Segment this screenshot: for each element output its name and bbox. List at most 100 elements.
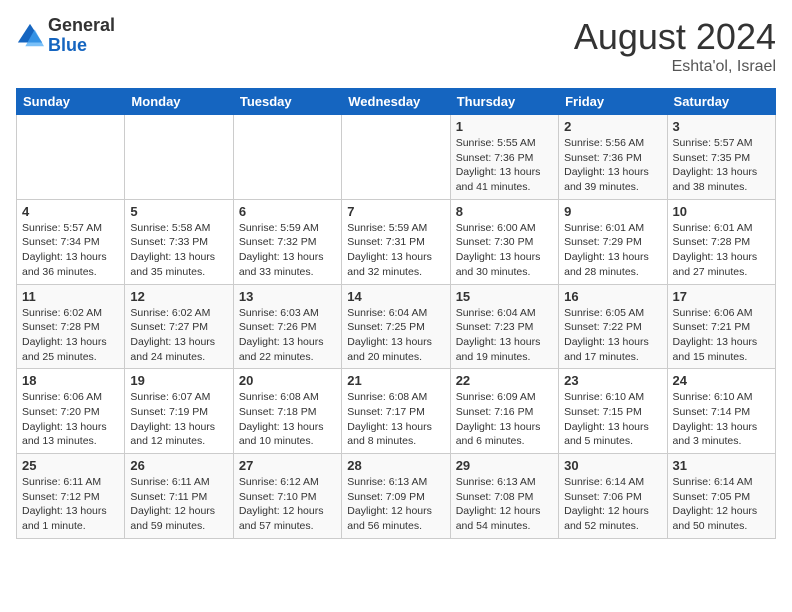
day-info: Sunrise: 6:06 AM Sunset: 7:21 PM Dayligh… (673, 306, 770, 365)
calendar-week-row: 25 Sunrise: 6:11 AM Sunset: 7:12 PM Dayli… (17, 454, 776, 539)
day-number: 17 (673, 289, 770, 304)
day-info: Sunrise: 6:08 AM Sunset: 7:17 PM Dayligh… (347, 390, 444, 449)
day-number: 21 (347, 373, 444, 388)
calendar-cell: 15 Sunrise: 6:04 AM Sunset: 7:23 PM Dayli… (450, 284, 558, 369)
calendar-cell: 12Sunrise: 6:02 AM Sunset: 7:27 PM Dayli… (125, 284, 233, 369)
day-info: Sunrise: 6:13 AM Sunset: 7:09 PM Dayligh… (347, 475, 444, 534)
day-header-monday: Monday (125, 89, 233, 115)
calendar-cell: 23 Sunrise: 6:10 AM Sunset: 7:15 PM Dayli… (559, 369, 667, 454)
calendar-cell (17, 115, 125, 200)
day-number: 20 (239, 373, 336, 388)
day-number: 16 (564, 289, 661, 304)
day-info: Sunrise: 6:14 AM Sunset: 7:06 PM Dayligh… (564, 475, 661, 534)
calendar-week-row: 11Sunrise: 6:02 AM Sunset: 7:28 PM Dayli… (17, 284, 776, 369)
calendar-week-row: 18Sunrise: 6:06 AM Sunset: 7:20 PM Dayli… (17, 369, 776, 454)
day-number: 15 (456, 289, 553, 304)
day-number: 28 (347, 458, 444, 473)
day-number: 11 (22, 289, 119, 304)
day-info: Sunrise: 6:01 AM Sunset: 7:29 PM Dayligh… (564, 221, 661, 280)
calendar-cell: 9Sunrise: 6:01 AM Sunset: 7:29 PM Daylig… (559, 199, 667, 284)
day-number: 24 (673, 373, 770, 388)
day-number: 7 (347, 204, 444, 219)
calendar-cell: 22 Sunrise: 6:09 AM Sunset: 7:16 PM Dayli… (450, 369, 558, 454)
calendar-cell (233, 115, 341, 200)
day-number: 6 (239, 204, 336, 219)
calendar-table: SundayMondayTuesdayWednesdayThursdayFrid… (16, 88, 776, 539)
day-header-wednesday: Wednesday (342, 89, 450, 115)
calendar-cell: 11Sunrise: 6:02 AM Sunset: 7:28 PM Dayli… (17, 284, 125, 369)
logo-blue-text: Blue (48, 36, 115, 56)
day-number: 2 (564, 119, 661, 134)
day-info: Sunrise: 6:11 AM Sunset: 7:12 PM Dayligh… (22, 475, 119, 534)
calendar-cell: 5 Sunrise: 5:58 AM Sunset: 7:33 PM Daylig… (125, 199, 233, 284)
calendar-cell: 6 Sunrise: 5:59 AM Sunset: 7:32 PM Daylig… (233, 199, 341, 284)
day-info: Sunrise: 5:59 AM Sunset: 7:32 PM Dayligh… (239, 221, 336, 280)
logo-general-text: General (48, 16, 115, 36)
logo-icon (16, 22, 44, 50)
calendar-cell: 7 Sunrise: 5:59 AM Sunset: 7:31 PM Daylig… (342, 199, 450, 284)
calendar-cell: 31Sunrise: 6:14 AM Sunset: 7:05 PM Dayli… (667, 454, 775, 539)
logo: General Blue (16, 16, 115, 56)
calendar-cell (342, 115, 450, 200)
day-info: Sunrise: 6:04 AM Sunset: 7:23 PM Dayligh… (456, 306, 553, 365)
calendar-cell: 16Sunrise: 6:05 AM Sunset: 7:22 PM Dayli… (559, 284, 667, 369)
day-info: Sunrise: 6:08 AM Sunset: 7:18 PM Dayligh… (239, 390, 336, 449)
calendar-cell: 4 Sunrise: 5:57 AM Sunset: 7:34 PM Daylig… (17, 199, 125, 284)
day-info: Sunrise: 6:06 AM Sunset: 7:20 PM Dayligh… (22, 390, 119, 449)
day-number: 30 (564, 458, 661, 473)
calendar-cell: 13Sunrise: 6:03 AM Sunset: 7:26 PM Dayli… (233, 284, 341, 369)
calendar-cell: 21 Sunrise: 6:08 AM Sunset: 7:17 PM Dayli… (342, 369, 450, 454)
day-info: Sunrise: 6:13 AM Sunset: 7:08 PM Dayligh… (456, 475, 553, 534)
day-number: 5 (130, 204, 227, 219)
calendar-cell: 30 Sunrise: 6:14 AM Sunset: 7:06 PM Dayli… (559, 454, 667, 539)
calendar-cell: 2 Sunrise: 5:56 AM Sunset: 7:36 PM Daylig… (559, 115, 667, 200)
day-number: 25 (22, 458, 119, 473)
day-info: Sunrise: 6:10 AM Sunset: 7:15 PM Dayligh… (564, 390, 661, 449)
day-header-sunday: Sunday (17, 89, 125, 115)
day-number: 27 (239, 458, 336, 473)
day-number: 31 (673, 458, 770, 473)
day-info: Sunrise: 6:02 AM Sunset: 7:27 PM Dayligh… (130, 306, 227, 365)
day-number: 1 (456, 119, 553, 134)
day-header-thursday: Thursday (450, 89, 558, 115)
day-number: 19 (130, 373, 227, 388)
calendar-cell: 27Sunrise: 6:12 AM Sunset: 7:10 PM Dayli… (233, 454, 341, 539)
day-info: Sunrise: 5:59 AM Sunset: 7:31 PM Dayligh… (347, 221, 444, 280)
day-number: 14 (347, 289, 444, 304)
calendar-cell: 3Sunrise: 5:57 AM Sunset: 7:35 PM Daylig… (667, 115, 775, 200)
day-info: Sunrise: 6:04 AM Sunset: 7:25 PM Dayligh… (347, 306, 444, 365)
day-number: 23 (564, 373, 661, 388)
day-info: Sunrise: 6:01 AM Sunset: 7:28 PM Dayligh… (673, 221, 770, 280)
location-subtitle: Eshta'ol, Israel (574, 58, 776, 76)
day-number: 10 (673, 204, 770, 219)
calendar-cell: 8Sunrise: 6:00 AM Sunset: 7:30 PM Daylig… (450, 199, 558, 284)
calendar-week-row: 1 Sunrise: 5:55 AM Sunset: 7:36 PM Daylig… (17, 115, 776, 200)
page-header: General Blue August 2024 Eshta'ol, Israe… (16, 16, 776, 76)
day-number: 26 (130, 458, 227, 473)
title-block: August 2024 Eshta'ol, Israel (574, 16, 776, 76)
day-number: 8 (456, 204, 553, 219)
calendar-cell: 14 Sunrise: 6:04 AM Sunset: 7:25 PM Dayli… (342, 284, 450, 369)
calendar-cell: 25 Sunrise: 6:11 AM Sunset: 7:12 PM Dayli… (17, 454, 125, 539)
month-year-title: August 2024 (574, 16, 776, 58)
calendar-week-row: 4 Sunrise: 5:57 AM Sunset: 7:34 PM Daylig… (17, 199, 776, 284)
calendar-cell: 28 Sunrise: 6:13 AM Sunset: 7:09 PM Dayli… (342, 454, 450, 539)
day-number: 4 (22, 204, 119, 219)
day-info: Sunrise: 6:07 AM Sunset: 7:19 PM Dayligh… (130, 390, 227, 449)
day-header-friday: Friday (559, 89, 667, 115)
calendar-header-row: SundayMondayTuesdayWednesdayThursdayFrid… (17, 89, 776, 115)
calendar-cell: 29Sunrise: 6:13 AM Sunset: 7:08 PM Dayli… (450, 454, 558, 539)
day-info: Sunrise: 5:56 AM Sunset: 7:36 PM Dayligh… (564, 136, 661, 195)
calendar-cell: 19 Sunrise: 6:07 AM Sunset: 7:19 PM Dayli… (125, 369, 233, 454)
day-info: Sunrise: 5:57 AM Sunset: 7:34 PM Dayligh… (22, 221, 119, 280)
calendar-cell: 1 Sunrise: 5:55 AM Sunset: 7:36 PM Daylig… (450, 115, 558, 200)
day-number: 13 (239, 289, 336, 304)
day-number: 22 (456, 373, 553, 388)
day-info: Sunrise: 5:58 AM Sunset: 7:33 PM Dayligh… (130, 221, 227, 280)
day-number: 3 (673, 119, 770, 134)
calendar-cell (125, 115, 233, 200)
day-info: Sunrise: 5:55 AM Sunset: 7:36 PM Dayligh… (456, 136, 553, 195)
calendar-cell: 20 Sunrise: 6:08 AM Sunset: 7:18 PM Dayli… (233, 369, 341, 454)
day-info: Sunrise: 6:09 AM Sunset: 7:16 PM Dayligh… (456, 390, 553, 449)
calendar-cell: 26Sunrise: 6:11 AM Sunset: 7:11 PM Dayli… (125, 454, 233, 539)
